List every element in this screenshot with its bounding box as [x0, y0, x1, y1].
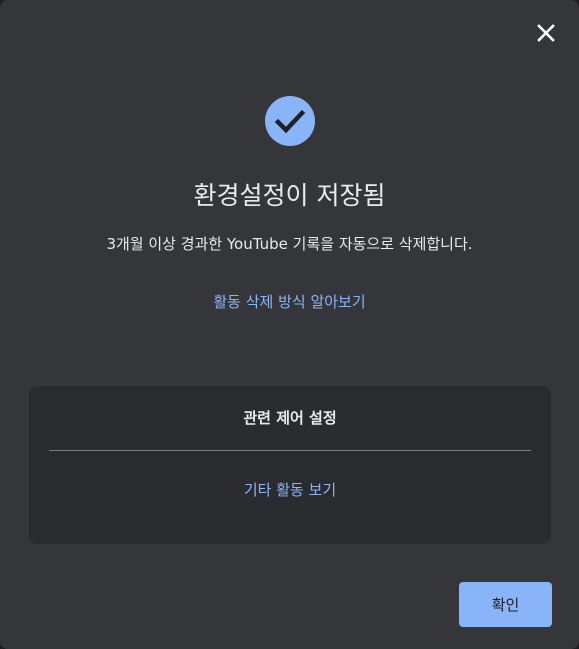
learn-deletion-link[interactable]: 활동 삭제 방식 알아보기 — [0, 290, 579, 314]
dialog-title: 환경설정이 저장됨 — [193, 181, 386, 210]
divider — [49, 450, 531, 451]
check-circle-icon — [265, 96, 315, 146]
close-button[interactable] — [531, 18, 561, 48]
view-other-activity-link[interactable]: 기타 활동 보기 — [29, 478, 551, 502]
preferences-saved-dialog: 환경설정이 저장됨 3개월 이상 경과한 YouTube 기록을 자동으로 삭제… — [0, 0, 579, 649]
close-icon — [537, 24, 555, 42]
related-controls-title: 관련 제어 설정 — [243, 409, 337, 427]
dialog-description: 3개월 이상 경과한 YouTube 기록을 자동으로 삭제합니다. — [106, 235, 473, 253]
related-controls-card: 관련 제어 설정 기타 활동 보기 — [29, 386, 551, 544]
confirm-button[interactable]: 확인 — [459, 582, 552, 627]
